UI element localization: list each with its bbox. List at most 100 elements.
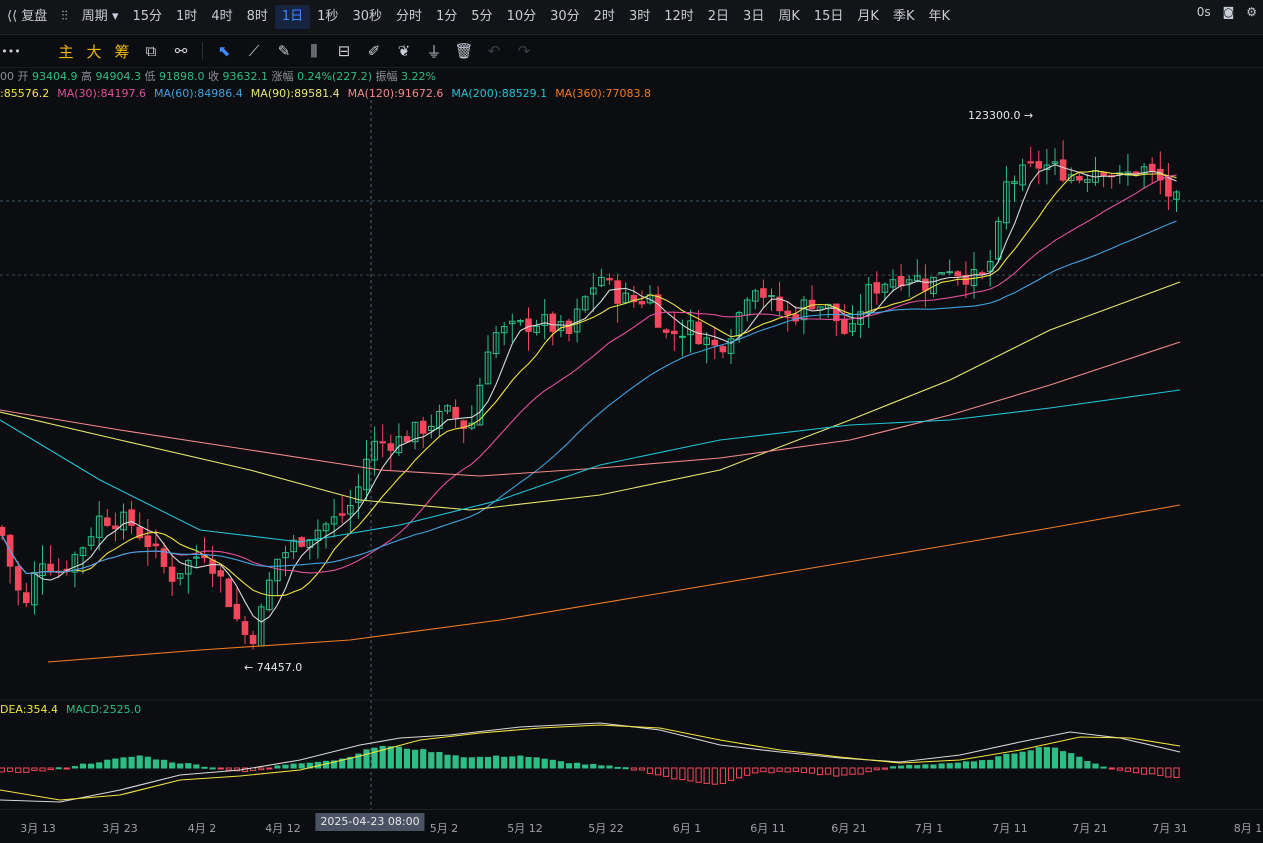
interval-tab[interactable]: 1分 xyxy=(429,5,464,29)
topbar-right: 0s ◙ ⚙ xyxy=(1197,5,1257,19)
macd-bar xyxy=(606,765,613,769)
macd-bar xyxy=(112,758,119,769)
interval-tab[interactable]: 1秒 xyxy=(310,5,345,29)
ma120-line xyxy=(0,341,1181,477)
macd-bar xyxy=(1076,756,1083,769)
macd-bar xyxy=(1157,767,1164,776)
line-tool-icon[interactable]: ⟋ xyxy=(239,38,269,64)
macd-bar xyxy=(881,767,888,770)
indicator-settings-icon[interactable]: ⚯ xyxy=(166,38,196,64)
redo-icon[interactable]: ↷ xyxy=(509,38,539,64)
interval-tab[interactable]: 15分 xyxy=(125,5,169,29)
macd-bar xyxy=(403,748,411,769)
interval-tab[interactable]: 分时 xyxy=(389,5,429,29)
macd-bar xyxy=(88,763,95,769)
interval-tab[interactable]: 12时 xyxy=(657,5,701,29)
note-tool-icon[interactable]: ✐ xyxy=(359,38,389,64)
big-order-button[interactable]: 大 xyxy=(80,38,108,64)
interval-tab[interactable]: 30秒 xyxy=(345,5,389,29)
macd-bar xyxy=(282,764,289,769)
macd-dif-line xyxy=(0,722,1181,803)
brush-tool-icon[interactable]: ❦ xyxy=(389,38,419,64)
macd-bar xyxy=(873,767,880,771)
macd-bar xyxy=(711,767,718,785)
ma60-line xyxy=(1,220,1177,575)
interval-tab[interactable]: 月K xyxy=(850,5,886,29)
ma-legend-item: MA(120):91672.6 xyxy=(347,87,444,100)
indicator-icon[interactable]: ⫶⫶ xyxy=(54,5,75,29)
macd-bar xyxy=(1068,753,1075,769)
measure-tool-icon[interactable]: ⊟ xyxy=(329,38,359,64)
macd-bar xyxy=(517,755,524,769)
candle-down xyxy=(614,280,621,304)
interval-tab[interactable]: 3时 xyxy=(622,5,657,29)
more-icon[interactable]: ••• xyxy=(0,38,22,64)
candle-down xyxy=(922,278,929,291)
chip-button[interactable]: 筹 xyxy=(108,38,136,64)
candle-down xyxy=(452,406,459,419)
camera-icon[interactable]: ◙ xyxy=(1223,5,1235,19)
macd-legend: DEA:354.4 MACD:2525.0 xyxy=(0,703,149,716)
candle-down xyxy=(152,543,160,547)
candle-down xyxy=(225,578,233,608)
interval-tab[interactable]: 年K xyxy=(921,5,957,29)
settings-icon[interactable]: ⚙ xyxy=(1246,5,1257,19)
candle-down xyxy=(419,420,427,434)
macd-bar xyxy=(63,767,70,770)
macd-bar xyxy=(744,767,751,776)
macd-bar xyxy=(922,764,929,769)
interval-tab[interactable]: 1日 xyxy=(274,5,311,29)
undo-icon[interactable]: ↶ xyxy=(479,38,509,64)
open-value: 93404.9 xyxy=(32,70,78,83)
candle-down xyxy=(638,301,646,305)
time-axis: 3月 13 3月 23 4月 2 4月 12 5月 2 5月 12 5月 22 6月 1 6月 … xyxy=(0,809,1263,843)
x-tick-label: 8月 1 xyxy=(1233,822,1263,835)
macd-bar xyxy=(79,763,87,769)
replay-button[interactable]: ⟨⟨ 复盘 xyxy=(0,5,54,29)
candle-down xyxy=(112,525,119,530)
interval-tab[interactable]: 周K xyxy=(771,5,807,29)
cursor-icon[interactable]: ⬉ xyxy=(209,38,239,64)
interval-tab[interactable]: 2时 xyxy=(587,5,622,29)
macd-bar xyxy=(808,767,816,774)
interval-tab[interactable]: 30分 xyxy=(543,5,587,29)
candle-down xyxy=(1059,159,1067,181)
macd-bar xyxy=(128,756,135,769)
macd-bar xyxy=(39,767,46,772)
macd-bar xyxy=(598,765,605,769)
candle-down xyxy=(47,563,54,573)
interval-tab[interactable]: 4时 xyxy=(204,5,239,29)
compare-icon[interactable]: ⧉ xyxy=(136,38,166,64)
trash-icon[interactable]: 🗑 xyxy=(449,38,479,64)
price-chart[interactable]: 123300.0 → ← 74457.0 xyxy=(0,100,1263,809)
macd-bar xyxy=(258,767,265,771)
macd-bar xyxy=(630,767,637,771)
period-dropdown[interactable]: 周期 ▾ xyxy=(75,5,126,29)
macd-bar xyxy=(217,767,224,770)
interval-tab[interactable]: 8时 xyxy=(240,5,275,29)
date-suffix: 00 xyxy=(0,70,14,83)
period-label: 周期 xyxy=(81,9,108,24)
interval-tab[interactable]: 15日 xyxy=(807,5,851,29)
pen-tool-icon[interactable]: ✎ xyxy=(269,38,299,64)
ma30-line xyxy=(1,174,1177,575)
candle-tool-icon[interactable]: ⫼ xyxy=(299,38,329,64)
candle-down xyxy=(1035,161,1043,169)
macd-bar xyxy=(1035,747,1042,769)
interval-tab[interactable]: 5分 xyxy=(464,5,499,29)
filter-icon[interactable]: ⏚ xyxy=(419,38,449,64)
interval-tab[interactable]: 3日 xyxy=(736,5,771,29)
macd-bar xyxy=(857,767,864,775)
macd-bar xyxy=(727,767,735,781)
macd-bar xyxy=(898,765,905,769)
main-chart-button[interactable]: 主 xyxy=(52,38,80,64)
interval-tab[interactable]: 1时 xyxy=(169,5,204,29)
interval-tab[interactable]: 2日 xyxy=(701,5,736,29)
interval-tab[interactable]: 季K xyxy=(886,5,922,29)
macd-bar xyxy=(387,746,394,769)
macd-bar xyxy=(525,756,532,769)
macd-bar xyxy=(47,767,54,771)
macd-bar xyxy=(23,767,30,773)
interval-tab[interactable]: 10分 xyxy=(500,5,544,29)
candle-down xyxy=(217,570,224,577)
